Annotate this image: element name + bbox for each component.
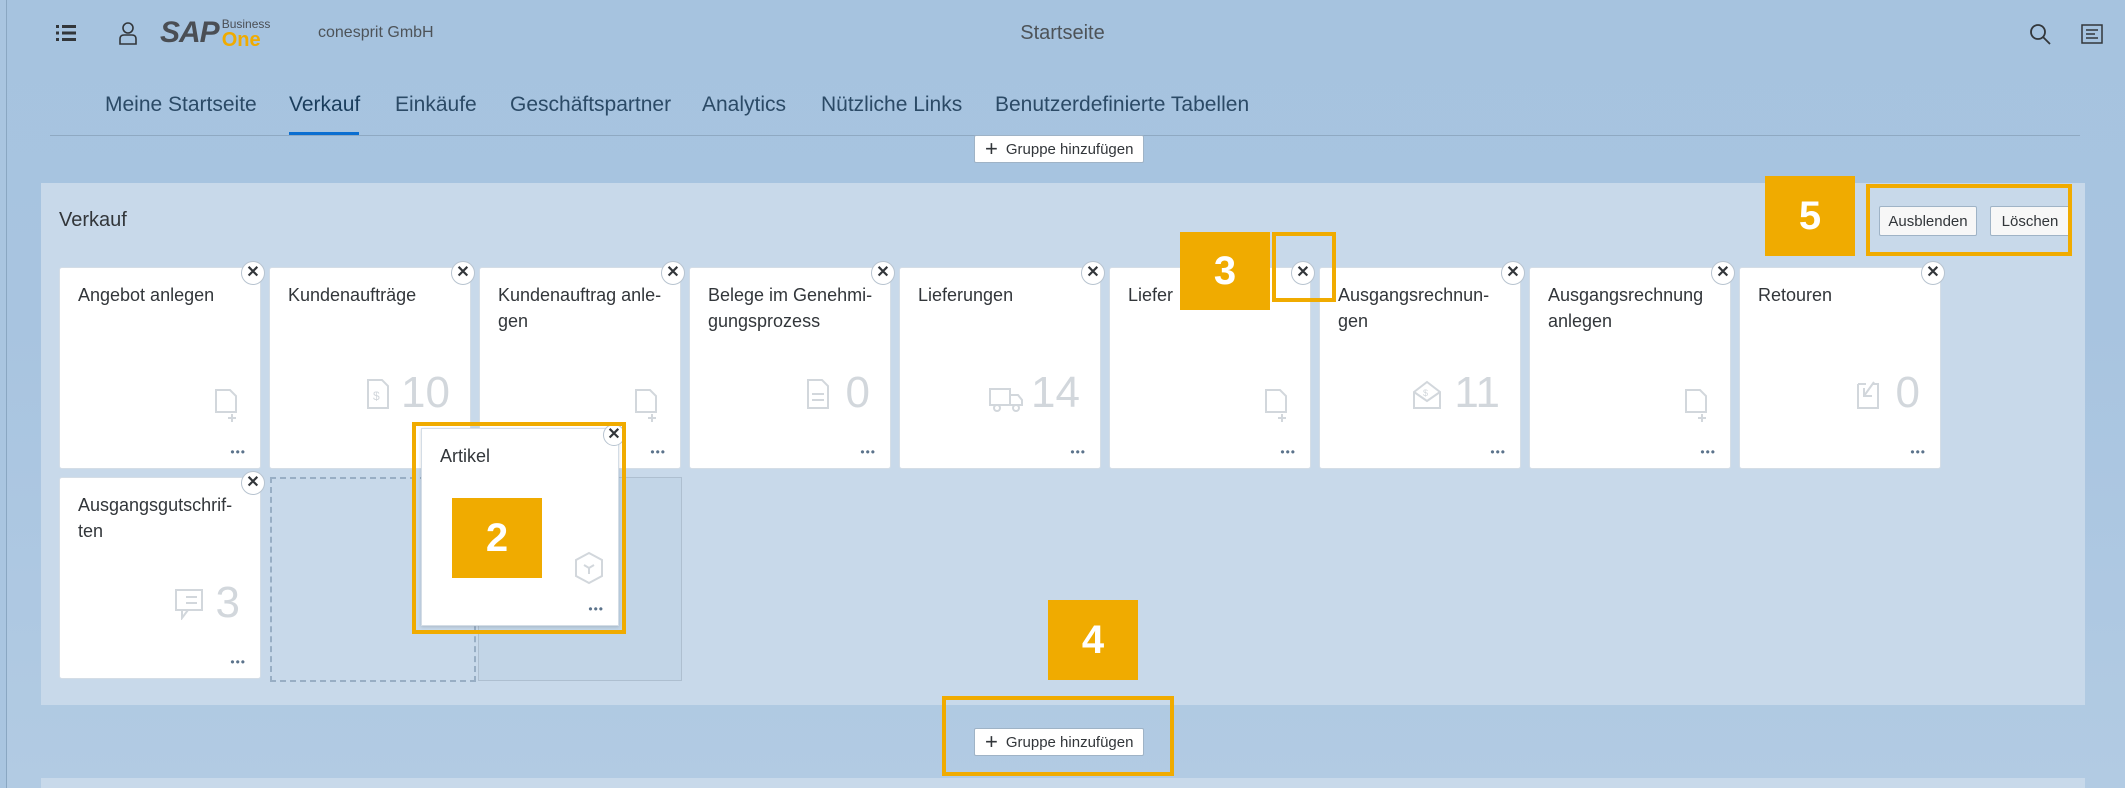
tile-title: Angebot anlegen [78, 285, 215, 305]
add-group-label: Gruppe hinzufügen [1005, 140, 1134, 158]
tile-count: 0 [1895, 368, 1920, 417]
tile-remove-close-icon[interactable]: ✕ [1081, 261, 1105, 285]
tile-title: Lieferungen [918, 285, 1014, 305]
tab-meine-startseite[interactable]: Meine Startseite [105, 93, 257, 137]
document-add-icon [1685, 389, 1707, 422]
tile-more-actions[interactable]: ••• [1280, 446, 1296, 458]
tile-belege-genehmigungsprozess[interactable]: Belege im Genehmi-gungsprozess 0 ••• [689, 267, 891, 469]
tile-title: Belege im Genehmi-gungsprozess [708, 285, 873, 331]
tile-title: Ausgangsgutschrif-ten [78, 495, 233, 541]
tile-remove-close-icon[interactable]: ✕ [1291, 261, 1315, 285]
tile-remove-close-icon[interactable]: ✕ [451, 261, 475, 285]
delete-group-button[interactable]: Löschen [1990, 206, 2070, 236]
document-add-icon [215, 389, 237, 422]
tab-analytics[interactable]: Analytics [702, 93, 786, 137]
tile-title: Retouren [1758, 285, 1833, 305]
tile-retouren[interactable]: Retouren 0 ••• [1739, 267, 1941, 469]
plus-icon: + [985, 729, 998, 754]
tile-more-actions[interactable]: ••• [1070, 446, 1086, 458]
page-title: Startseite [1020, 22, 1105, 44]
tile-remove-close-icon[interactable]: ✕ [241, 471, 265, 495]
callout-number-3: 3 [1180, 232, 1270, 310]
document-add-icon [635, 389, 657, 422]
notifications-icon[interactable] [2081, 24, 2103, 44]
tile-more-actions[interactable]: ••• [1910, 446, 1926, 458]
tile-ausgangsrechnungen[interactable]: Ausgangsrechnun-gen $ 11 ••• [1319, 267, 1521, 469]
tile-title: Ausgangsrechnung anlegen [1548, 285, 1704, 331]
tile-more-actions[interactable]: ••• [860, 446, 876, 458]
tile-remove-close-icon[interactable]: ✕ [1501, 261, 1525, 285]
tile-title: Kundenaufträge [288, 285, 417, 305]
add-group-button-bottom[interactable]: + Gruppe hinzufügen [974, 728, 1145, 756]
tile-more-actions[interactable]: ••• [1700, 446, 1716, 458]
svg-text:$: $ [373, 389, 380, 403]
tile-more-actions[interactable]: ••• [230, 656, 246, 668]
tile-more-actions[interactable]: ••• [650, 446, 666, 458]
callout-number-4: 4 [1048, 600, 1138, 680]
callout-number-2: 2 [452, 498, 542, 578]
tile-ausgangsrechnung-anlegen[interactable]: Ausgangsrechnung anlegen ••• [1529, 267, 1731, 469]
invoice-envelope-icon: $ [1413, 380, 1441, 409]
plus-icon: + [985, 136, 998, 161]
add-group-label: Gruppe hinzufügen [1005, 733, 1134, 751]
item-cube-icon [575, 551, 603, 585]
callout-number-5: 5 [1765, 176, 1855, 256]
tile-count: 14 [1031, 368, 1080, 417]
tile-title: Artikel [440, 446, 491, 466]
return-icon [1857, 381, 1879, 409]
tile-more-actions[interactable]: ••• [230, 446, 246, 458]
tile-more-actions[interactable]: ••• [1490, 446, 1506, 458]
hide-group-button[interactable]: Ausblenden [1879, 206, 1977, 236]
tile-title: Ausgangsrechnun-gen [1338, 285, 1490, 331]
tile-remove-close-icon[interactable]: ✕ [603, 424, 625, 446]
next-group-container [41, 778, 2085, 788]
document-add-icon [1265, 389, 1287, 422]
tile-count: 11 [1454, 368, 1500, 417]
tab-einkaeufe[interactable]: Einkäufe [395, 93, 477, 137]
shell-bar: SAP Business One conesprit GmbH Startsei… [0, 0, 2125, 66]
tile-remove-close-icon[interactable]: ✕ [1921, 261, 1945, 285]
tile-remove-close-icon[interactable]: ✕ [241, 261, 265, 285]
tile-angebot-anlegen[interactable]: Angebot anlegen ••• [59, 267, 261, 469]
tile-title: Kundenauftrag anle-gen [498, 285, 662, 331]
search-icon[interactable] [2029, 23, 2051, 45]
sales-order-icon: $ [367, 379, 389, 409]
tile-count: 0 [845, 368, 870, 417]
tile-remove-close-icon[interactable]: ✕ [1711, 261, 1735, 285]
tile-count: 10 [401, 368, 450, 417]
tile-count: 3 [215, 578, 240, 627]
tile-more-actions[interactable]: ••• [588, 603, 604, 615]
group-title: Verkauf [59, 209, 127, 231]
truck-icon [989, 388, 1023, 412]
tile-remove-close-icon[interactable]: ✕ [871, 261, 895, 285]
tab-benutzerdefinierte-tabellen[interactable]: Benutzerdefinierte Tabellen [995, 93, 1249, 137]
document-icon [807, 379, 829, 409]
tab-verkauf[interactable]: Verkauf [289, 93, 360, 137]
credit-memo-icon [175, 589, 203, 620]
svg-text:$: $ [1423, 388, 1428, 398]
tile-lieferungen[interactable]: Lieferungen 14 ••• [899, 267, 1101, 469]
add-group-button-top[interactable]: + Gruppe hinzufügen [974, 135, 1145, 163]
tile-remove-close-icon[interactable]: ✕ [661, 261, 685, 285]
tab-geschaeftspartner[interactable]: Geschäftspartner [510, 93, 671, 137]
tile-ausgangsgutschriften[interactable]: Ausgangsgutschrif-ten 3 ••• [59, 477, 261, 679]
tab-nuetzliche-links[interactable]: Nützliche Links [821, 93, 962, 137]
